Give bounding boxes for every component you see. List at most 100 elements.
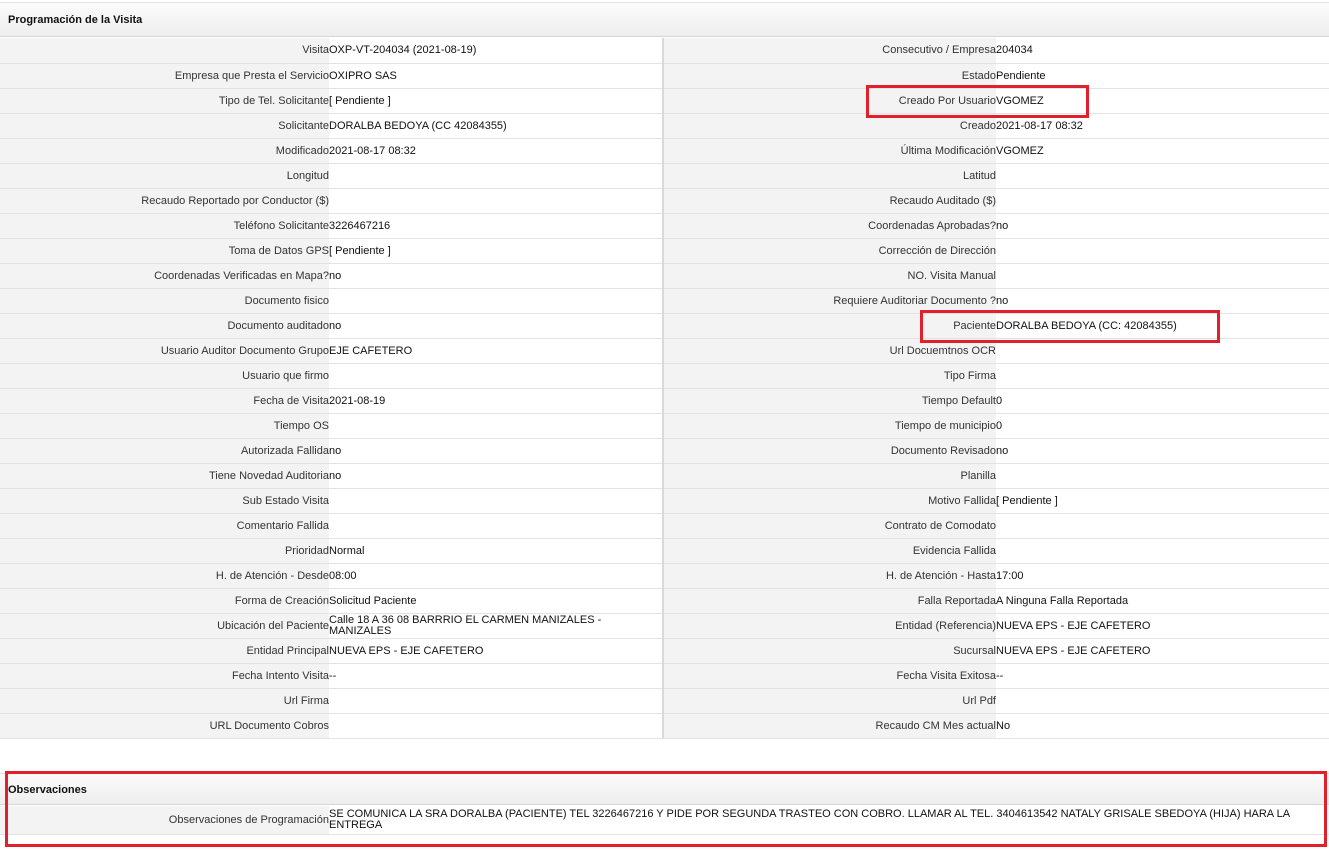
label-documento-revisado: Documento Revisado [663,438,996,464]
detail-row: Longitud Latitud [0,163,1329,189]
value-url-docuemtnos-ocr [996,338,1329,364]
value-empresa-que-presta-el-servicio: OXIPRO SAS [329,63,664,89]
label-url-documento-cobros: URL Documento Cobros [0,713,329,739]
label-recaudo-reportado-por-conductor: Recaudo Reportado por Conductor ($) [0,188,329,214]
value-fecha-intento-visita: -- [329,663,664,689]
section-title: Programación de la Visita [8,14,143,26]
label-recaudo-cm-mes-actual: Recaudo CM Mes actual [663,713,996,739]
label-tipo-de-tel-solicitante: Tipo de Tel. Solicitante [0,88,329,114]
value-url-documento-cobros [329,713,664,739]
detail-row: Empresa que Presta el Servicio OXIPRO SAS… [0,63,1329,89]
section-header-programacion: Programación de la Visita [0,2,1329,37]
label-longitud: Longitud [0,163,329,189]
value-autorizada-fallida: no [329,438,664,464]
value-requiere-auditoriar-documento: no [996,288,1329,314]
value-tiempo-default: 0 [996,388,1329,414]
value-planilla [996,463,1329,489]
value-coordenadas-aprobadas: no [996,213,1329,239]
label-correccion-de-direccion: Corrección de Dirección [663,238,996,264]
value-falla-reportada: A Ninguna Falla Reportada [996,588,1329,614]
label-empresa-que-presta-el-servicio: Empresa que Presta el Servicio [0,63,329,89]
detail-row: Modificado 2021-08-17 08:32 Última Modific… [0,138,1329,164]
label-usuario-auditor-documento-grupo: Usuario Auditor Documento Grupo [0,338,329,364]
label-tiene-novedad-auditoria: Tiene Novedad Auditoria [0,463,329,489]
value-tiene-novedad-auditoria: no [329,463,664,489]
label-creado: Creado [663,113,996,139]
label-comentario-fallida: Comentario Fallida [0,513,329,539]
detail-row: Usuario que firmo Tipo Firma [0,363,1329,389]
value-correccion-de-direccion [996,238,1329,264]
value-creado-por-usuario: VGOMEZ [996,88,1329,114]
label-documento-auditado: Documento auditado [0,313,329,339]
label-fecha-visita-exitosa: Fecha Visita Exitosa [663,663,996,689]
label-falla-reportada: Falla Reportada [663,588,996,614]
label-planilla: Planilla [663,463,996,489]
value-solicitante: DORALBA BEDOYA (CC 42084355) [329,113,664,139]
value-evidencia-fallida [996,538,1329,564]
value-entidad-referencia: NUEVA EPS - EJE CAFETERO [996,613,1329,639]
label-url-docuemtnos-ocr: Url Docuemtnos OCR [663,338,996,364]
label-tiempo-de-municipio: Tiempo de municipio [663,413,996,439]
label-fecha-intento-visita: Fecha Intento Visita [0,663,329,689]
observaciones-title: Observaciones [8,784,87,796]
label-autorizada-fallida: Autorizada Fallida [0,438,329,464]
value-usuario-auditor-documento-grupo: EJE CAFETERO [329,338,664,364]
detail-row: Prioridad Normal Evidencia Fallida [0,538,1329,564]
value-tiempo-os [329,413,664,439]
value-consecutivo-empresa: 204034 [996,38,1329,64]
label-h-de-atencion-hasta: H. de Atención - Hasta [663,563,996,589]
value-h-de-atencion-desde: 08:00 [329,563,664,589]
detail-row: Sub Estado Visita Motivo Fallida[ Pendien… [0,488,1329,514]
label-latitud: Latitud [663,163,996,189]
label-modificado: Modificado [0,138,329,164]
label-no-visita-manual: NO. Visita Manual [663,263,996,289]
label-motivo-fallida: Motivo Fallida [663,488,996,514]
value-visita: OXP-VT-204034 (2021-08-19) [329,38,664,64]
value-estado: Pendiente [996,63,1329,89]
detail-row: Comentario Fallida Contrato de Comodato [0,513,1329,539]
value-h-de-atencion-hasta: 17:00 [996,563,1329,589]
value-sub-estado-visita [329,488,664,514]
value-prioridad: Normal [329,538,664,564]
value-recaudo-cm-mes-actual: No [996,713,1329,739]
detail-row: Ubicación del Paciente Calle 18 A 36 08 B… [0,613,1329,639]
value-fecha-de-visita: 2021-08-19 [329,388,664,414]
label-entidad-referencia: Entidad (Referencia) [663,613,996,639]
detail-row: Toma de Datos GPS[ Pendiente ] Corrección… [0,238,1329,264]
value-recaudo-auditado [996,188,1329,214]
detail-row: Forma de Creación Solicitud Paciente Falla… [0,588,1329,614]
value-sucursal: NUEVA EPS - EJE CAFETERO [996,638,1329,664]
value-url-pdf [996,688,1329,714]
value-comentario-fallida [329,513,664,539]
value-paciente: DORALBA BEDOYA (CC: 42084355) [996,313,1329,339]
label-sucursal: Sucursal [663,638,996,664]
value-fecha-visita-exitosa: -- [996,663,1329,689]
label-estado: Estado [663,63,996,89]
detail-row: Tiempo OS Tiempo de municipio 0 [0,413,1329,439]
detail-row: Tipo de Tel. Solicitante[ Pendiente ] Cre… [0,88,1329,114]
detail-row: Fecha de Visita 2021-08-19 Tiempo Default… [0,388,1329,414]
label-creado-por-usuario: Creado Por Usuario [663,88,996,114]
label-toma-de-datos-gps: Toma de Datos GPS [0,238,329,264]
detail-row: Documento fisico Requiere Auditoriar Docu… [0,288,1329,314]
value-creado: 2021-08-17 08:32 [996,113,1329,139]
value-tipo-firma [996,363,1329,389]
value-tipo-de-tel-solicitante: [ Pendiente ] [329,88,664,114]
section-header-observaciones: Observaciones [0,773,1329,805]
value-recaudo-reportado-por-conductor [329,188,664,214]
value-documento-revisado: no [996,438,1329,464]
detail-row: Url Firma Url Pdf [0,688,1329,714]
detail-row: H. de Atención - Desde 08:00 H. de Atenció… [0,563,1329,589]
value-url-firma [329,688,664,714]
label-paciente: Paciente [663,313,996,339]
detail-row: URL Documento Cobros Recaudo CM Mes actua… [0,713,1329,739]
observaciones-row: Observaciones de Programación SE COMUNIC… [0,806,1329,835]
observaciones-value: SE COMUNICA LA SRA DORALBA (PACIENTE) TE… [329,806,1329,835]
detail-row: Autorizada Fallida no Documento Revisado … [0,438,1329,464]
label-contrato-de-comodato: Contrato de Comodato [663,513,996,539]
value-coordenadas-verificadas-en-mapa: no [329,263,664,289]
label-coordenadas-aprobadas: Coordenadas Aprobadas? [663,213,996,239]
detail-row: Tiene Novedad Auditoria no Planilla [0,463,1329,489]
label-sub-estado-visita: Sub Estado Visita [0,488,329,514]
label-visita: Visita [0,38,329,64]
